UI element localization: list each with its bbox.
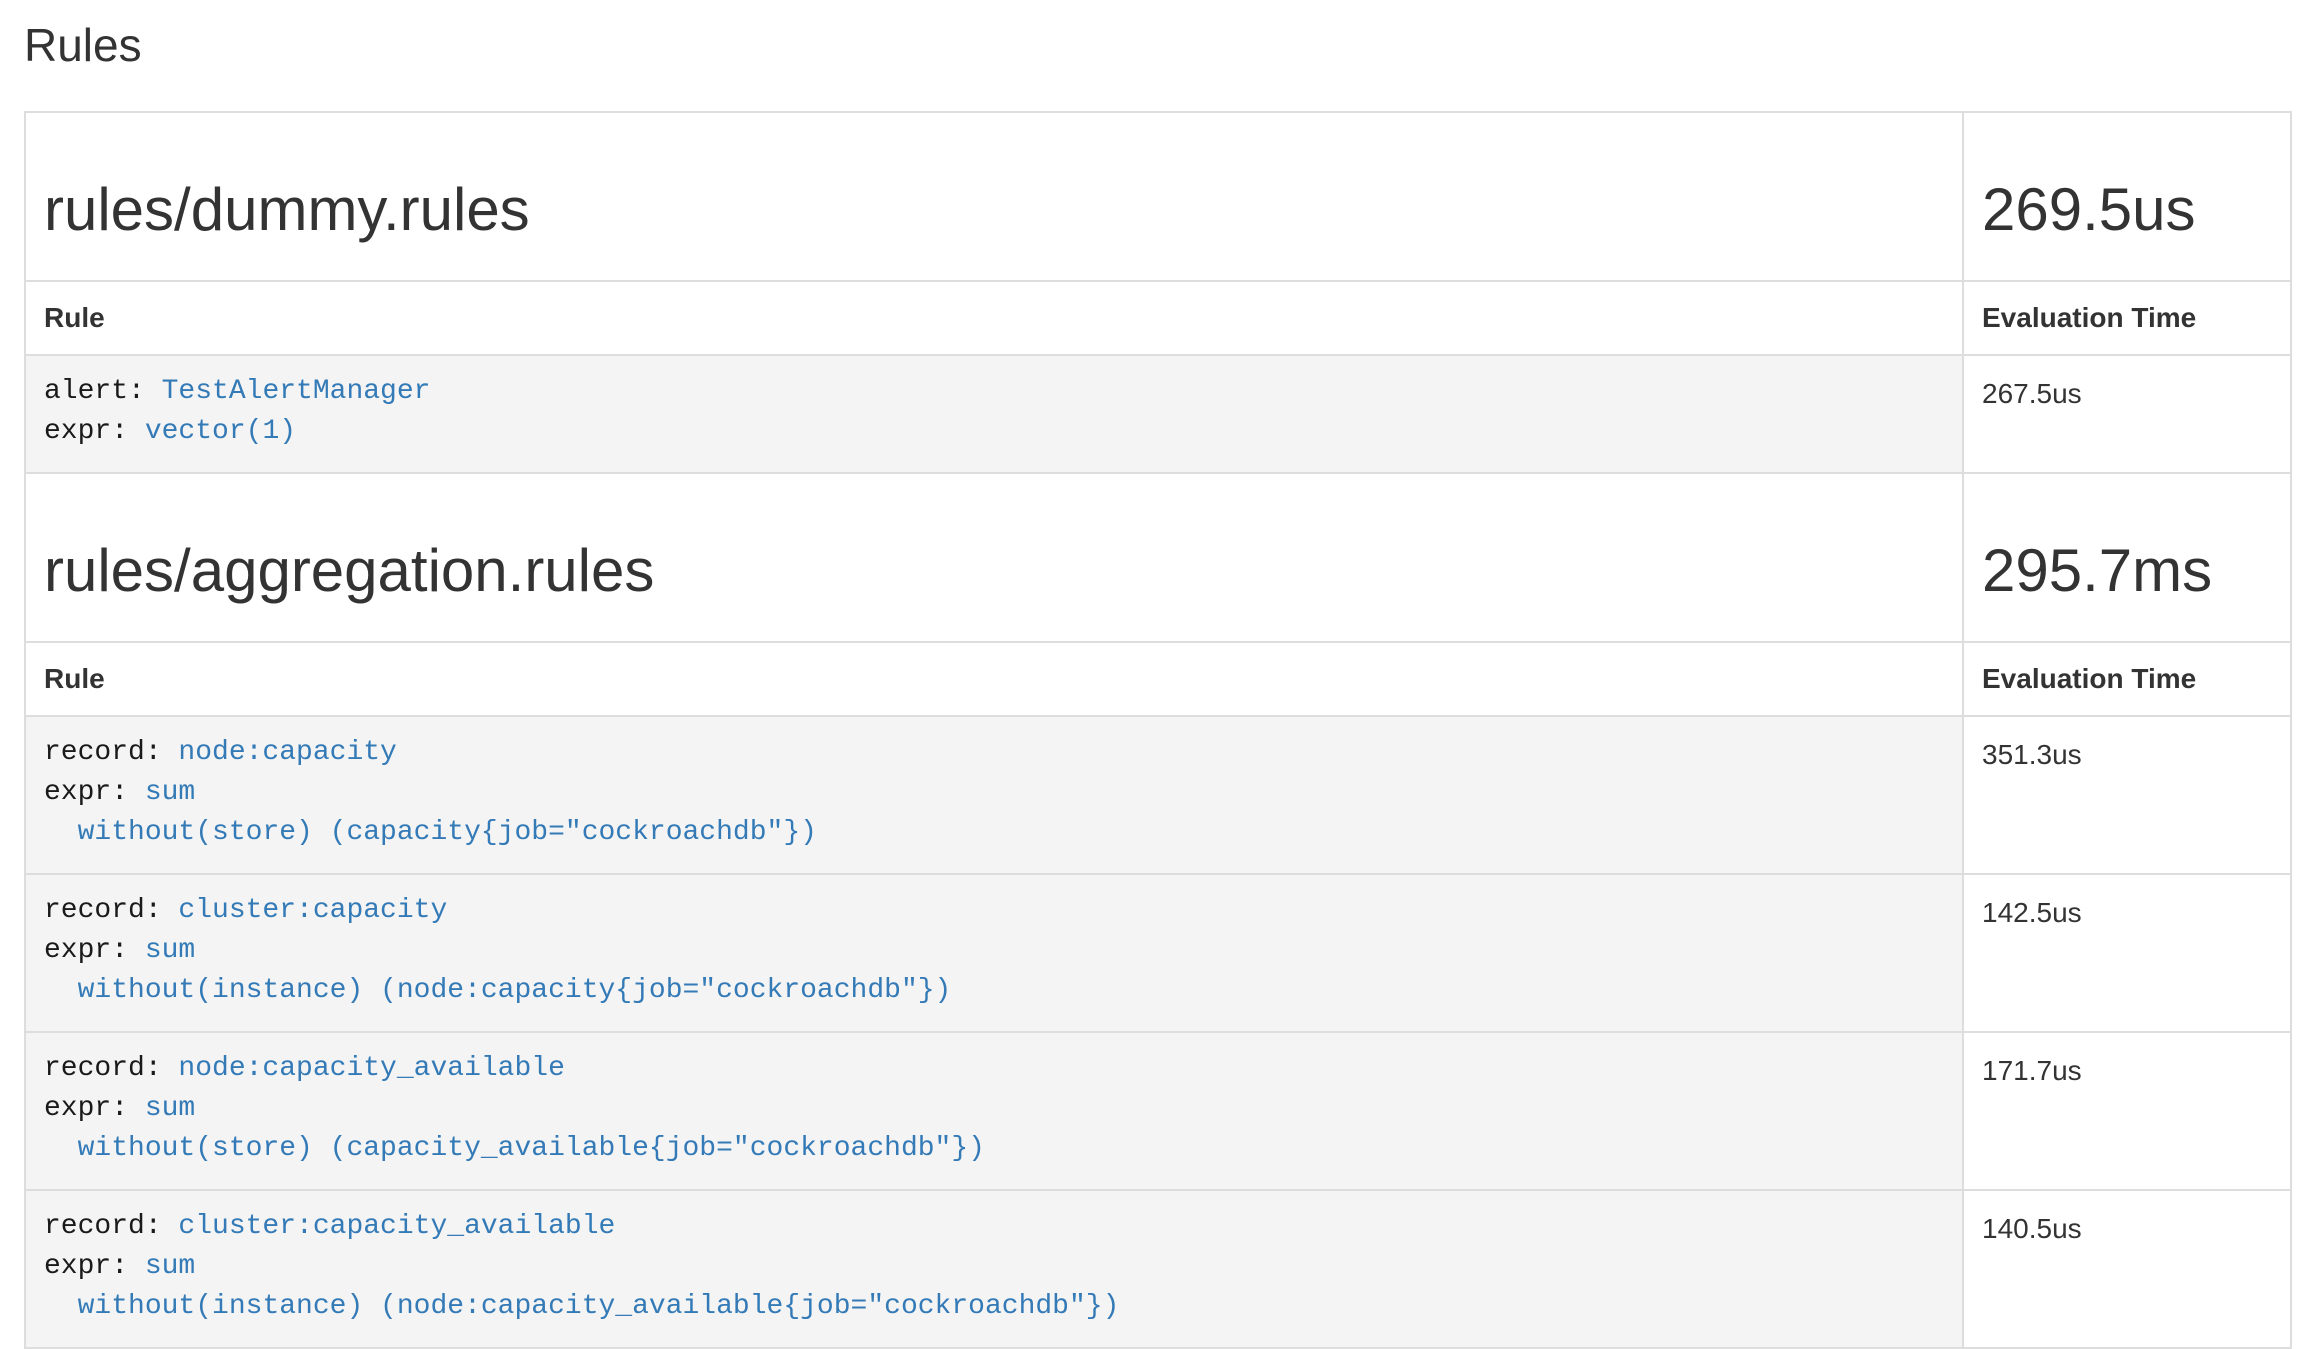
expr-key: expr: bbox=[44, 416, 145, 447]
rule-eval-time: 267.5us bbox=[1963, 355, 2291, 473]
rule-definition: record: node:capacity expr: sum without(… bbox=[44, 731, 1944, 859]
rule-expr-link[interactable]: sum without(instance) (node:capacity_ava… bbox=[44, 1251, 1119, 1322]
rule-expr-link[interactable]: sum without(store) (capacity_available{j… bbox=[44, 1093, 985, 1164]
rule-group-eval-cell: 295.7ms bbox=[1963, 473, 2291, 642]
rule-expr-link[interactable]: sum without(instance) (node:capacity{job… bbox=[44, 935, 951, 1006]
column-header-row: Rule Evaluation Time bbox=[25, 281, 2291, 355]
rule-definition: record: cluster:capacity_available expr:… bbox=[44, 1205, 1944, 1333]
rule-group-eval-time: 269.5us bbox=[1982, 175, 2272, 244]
rule-row: record: node:capacity expr: sum without(… bbox=[25, 716, 2291, 874]
rule-key: record: bbox=[44, 1053, 178, 1084]
rule-name-link[interactable]: TestAlertManager bbox=[162, 376, 431, 407]
rule-definition-cell: record: node:capacity_available expr: su… bbox=[25, 1032, 1963, 1190]
rule-name-link[interactable]: cluster:capacity_available bbox=[178, 1211, 615, 1242]
rule-group-header-row: rules/dummy.rules 269.5us bbox=[25, 112, 2291, 281]
rules-table: rules/dummy.rules 269.5us Rule Evaluatio… bbox=[24, 111, 2292, 1349]
rule-column-header: Rule bbox=[25, 281, 1963, 355]
rule-key: record: bbox=[44, 1211, 178, 1242]
rules-page: Rules rules/dummy.rules 269.5us Rule Eva… bbox=[0, 0, 2316, 1349]
expr-key: expr: bbox=[44, 935, 145, 966]
rule-definition-cell: alert: TestAlertManager expr: vector(1) bbox=[25, 355, 1963, 473]
eval-time-column-header: Evaluation Time bbox=[1963, 281, 2291, 355]
expr-key: expr: bbox=[44, 1251, 145, 1282]
expr-key: expr: bbox=[44, 1093, 145, 1124]
rule-name-link[interactable]: node:capacity bbox=[178, 737, 396, 768]
rule-eval-time: 351.3us bbox=[1963, 716, 2291, 874]
rule-group-file-cell: rules/dummy.rules bbox=[25, 112, 1963, 281]
rule-key: alert: bbox=[44, 376, 162, 407]
rule-eval-time: 142.5us bbox=[1963, 874, 2291, 1032]
expr-key: expr: bbox=[44, 777, 145, 808]
rule-expr-link[interactable]: sum without(store) (capacity{job="cockro… bbox=[44, 777, 817, 848]
rule-definition-cell: record: cluster:capacity_available expr:… bbox=[25, 1190, 1963, 1348]
rule-row: record: cluster:capacity expr: sum witho… bbox=[25, 874, 2291, 1032]
rule-name-link[interactable]: node:capacity_available bbox=[178, 1053, 564, 1084]
rule-group-eval-cell: 269.5us bbox=[1963, 112, 2291, 281]
rule-column-header: Rule bbox=[25, 642, 1963, 716]
rule-definition: record: cluster:capacity expr: sum witho… bbox=[44, 889, 1944, 1017]
rule-key: record: bbox=[44, 895, 178, 926]
rule-eval-time: 140.5us bbox=[1963, 1190, 2291, 1348]
rule-definition: record: node:capacity_available expr: su… bbox=[44, 1047, 1944, 1175]
rule-group-eval-time: 295.7ms bbox=[1982, 536, 2272, 605]
rule-row: record: node:capacity_available expr: su… bbox=[25, 1032, 2291, 1190]
rule-row: record: cluster:capacity_available expr:… bbox=[25, 1190, 2291, 1348]
column-header-row: Rule Evaluation Time bbox=[25, 642, 2291, 716]
rule-definition-cell: record: node:capacity expr: sum without(… bbox=[25, 716, 1963, 874]
rule-group-header-row: rules/aggregation.rules 295.7ms bbox=[25, 473, 2291, 642]
rule-group-file: rules/aggregation.rules bbox=[44, 536, 1944, 605]
rule-definition-cell: record: cluster:capacity expr: sum witho… bbox=[25, 874, 1963, 1032]
rule-name-link[interactable]: cluster:capacity bbox=[178, 895, 447, 926]
rule-key: record: bbox=[44, 737, 178, 768]
rule-group-file-cell: rules/aggregation.rules bbox=[25, 473, 1963, 642]
rule-eval-time: 171.7us bbox=[1963, 1032, 2291, 1190]
rule-row: alert: TestAlertManager expr: vector(1) … bbox=[25, 355, 2291, 473]
rule-definition: alert: TestAlertManager expr: vector(1) bbox=[44, 370, 1944, 458]
page-title: Rules bbox=[24, 20, 2292, 71]
eval-time-column-header: Evaluation Time bbox=[1963, 642, 2291, 716]
rule-expr-link[interactable]: vector(1) bbox=[145, 416, 296, 447]
rule-group-file: rules/dummy.rules bbox=[44, 175, 1944, 244]
